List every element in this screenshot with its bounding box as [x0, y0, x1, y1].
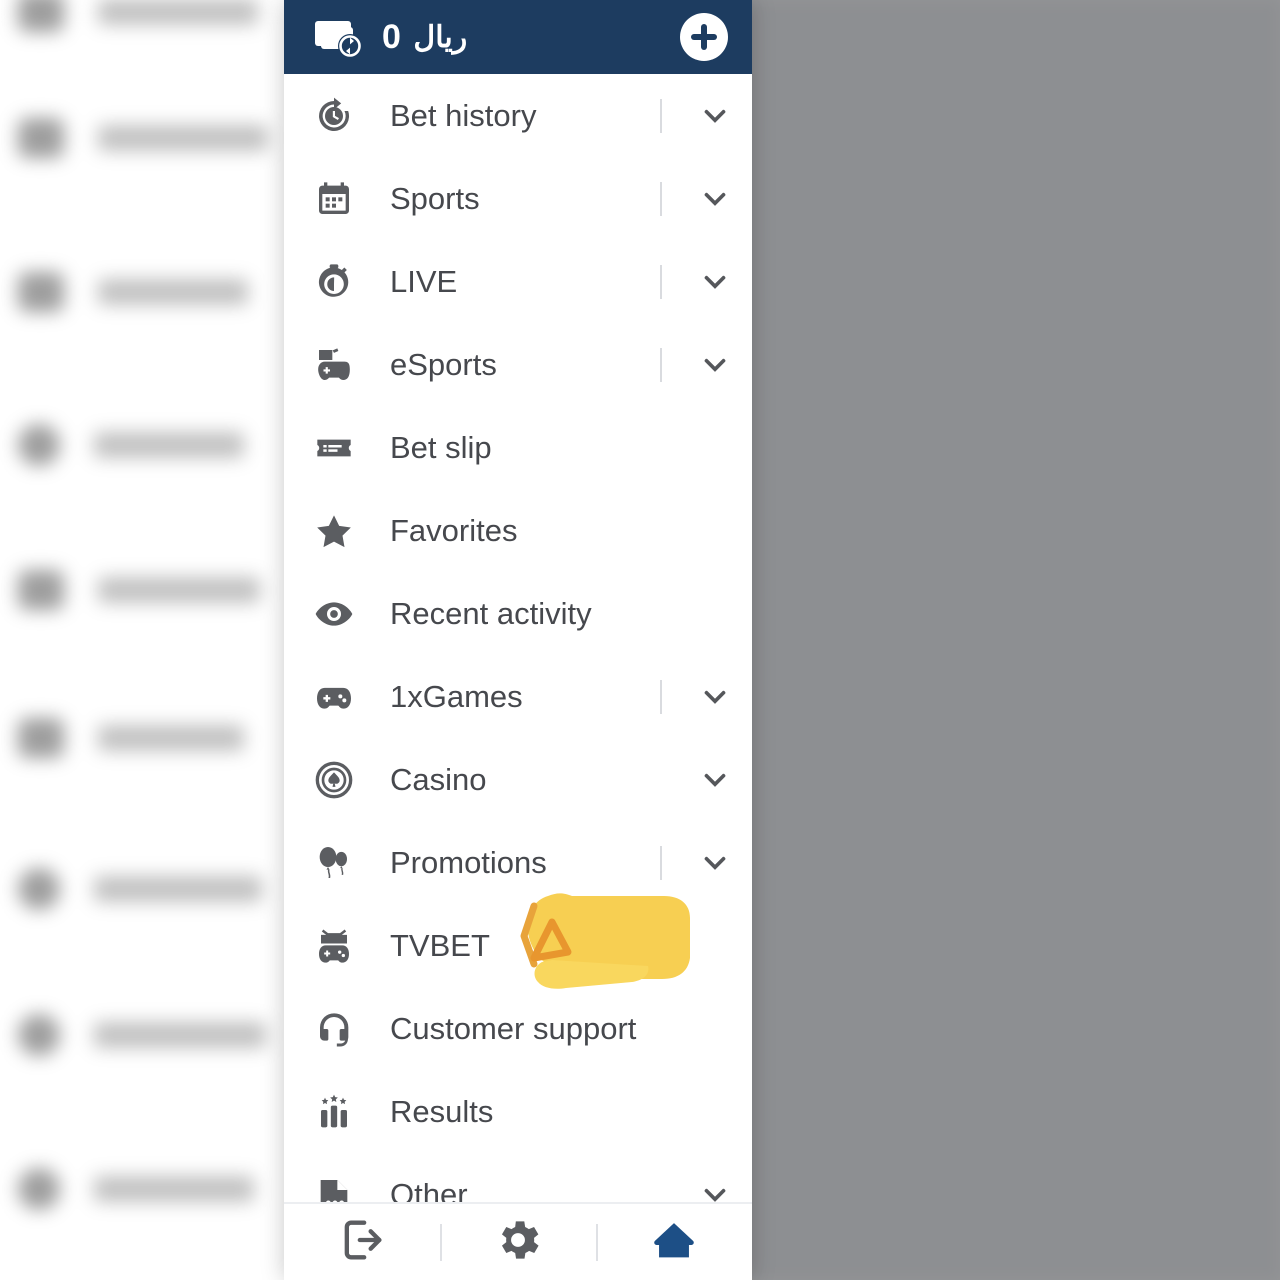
- menu-item-results[interactable]: Results: [284, 1070, 752, 1153]
- menu-label: Customer support: [390, 1010, 637, 1046]
- logout-icon: [336, 1214, 388, 1271]
- menu-item-recent-activity[interactable]: Recent activity: [284, 572, 752, 655]
- history-clock-icon: [314, 96, 368, 136]
- navigation-drawer: 0 ريال Bet history Sports LIVE eSports B…: [284, 0, 752, 1280]
- wallet-refresh-icon[interactable]: [314, 15, 366, 59]
- menu-list[interactable]: Bet history Sports LIVE eSports Bet slip…: [284, 74, 752, 1202]
- menu-item-other[interactable]: Other: [284, 1153, 752, 1202]
- ticket-icon: [314, 428, 368, 468]
- menu-label: Promotions: [390, 844, 547, 880]
- menu-item-favorites[interactable]: Favorites: [284, 489, 752, 572]
- chevron-down-icon[interactable]: [698, 182, 732, 216]
- casino-chip-icon: [314, 760, 368, 800]
- headset-icon: [314, 1009, 368, 1049]
- menu-label: 1xGames: [390, 678, 523, 714]
- drawer-bottom-bar: [284, 1202, 752, 1280]
- stopwatch-icon: [314, 262, 368, 302]
- menu-item-live[interactable]: LIVE: [284, 240, 752, 323]
- drawer-header: 0 ريال: [284, 0, 752, 74]
- tv-gamepad-icon: [314, 926, 368, 966]
- balance-amount: 0: [382, 17, 402, 56]
- menu-item-esports[interactable]: eSports: [284, 323, 752, 406]
- balloons-icon: [314, 843, 368, 883]
- menu-item-1xgames[interactable]: 1xGames: [284, 655, 752, 738]
- menu-item-bet-history[interactable]: Bet history: [284, 74, 752, 157]
- menu-label: TVBET: [390, 927, 490, 963]
- chevron-down-icon[interactable]: [698, 1178, 732, 1203]
- star-icon: [314, 511, 368, 551]
- chevron-down-icon[interactable]: [698, 265, 732, 299]
- menu-label: Bet history: [390, 97, 537, 133]
- background-right-blur: VEISOVE win! E IS LOVE No Risk MORE komo…: [700, 0, 1280, 1280]
- plus-icon: [691, 24, 717, 50]
- screen-root: { "header": { "wallet_icon": "wallet-ref…: [0, 0, 1280, 1280]
- home-icon: [648, 1214, 700, 1271]
- menu-label: Sports: [390, 180, 480, 216]
- menu-item-casino[interactable]: Casino: [284, 738, 752, 821]
- menu-label: Results: [390, 1093, 494, 1129]
- currency-symbol: ريال: [413, 20, 468, 54]
- menu-item-tvbet[interactable]: TVBET: [284, 904, 752, 987]
- background-left-blur: [0, 0, 300, 1280]
- chevron-down-icon[interactable]: [698, 348, 732, 382]
- menu-label: Recent activity: [390, 595, 592, 631]
- menu-label: Casino: [390, 761, 487, 797]
- menu-label: LIVE: [390, 263, 458, 299]
- menu-item-promotions[interactable]: Promotions: [284, 821, 752, 904]
- chevron-down-icon[interactable]: [698, 763, 732, 797]
- calendar-icon: [314, 179, 368, 219]
- logout-button[interactable]: [284, 1214, 440, 1271]
- gamepad-icon: [314, 677, 368, 717]
- chevron-down-icon[interactable]: [698, 846, 732, 880]
- gear-icon: [492, 1214, 544, 1271]
- menu-label: eSports: [390, 346, 497, 382]
- chevron-down-icon[interactable]: [698, 680, 732, 714]
- menu-label: Bet slip: [390, 429, 492, 465]
- menu-item-customer-support[interactable]: Customer support: [284, 987, 752, 1070]
- document-dots-icon: [314, 1175, 368, 1202]
- esports-gamepad-icon: [314, 345, 368, 385]
- menu-label: Favorites: [390, 512, 518, 548]
- home-button[interactable]: [596, 1214, 752, 1271]
- chevron-down-icon[interactable]: [698, 99, 732, 133]
- settings-button[interactable]: [440, 1214, 596, 1271]
- add-funds-button[interactable]: [680, 13, 728, 61]
- menu-item-sports[interactable]: Sports: [284, 157, 752, 240]
- eye-icon: [314, 594, 368, 634]
- podium-stars-icon: [314, 1092, 368, 1132]
- menu-item-bet-slip[interactable]: Bet slip: [284, 406, 752, 489]
- menu-label: Other: [390, 1176, 468, 1203]
